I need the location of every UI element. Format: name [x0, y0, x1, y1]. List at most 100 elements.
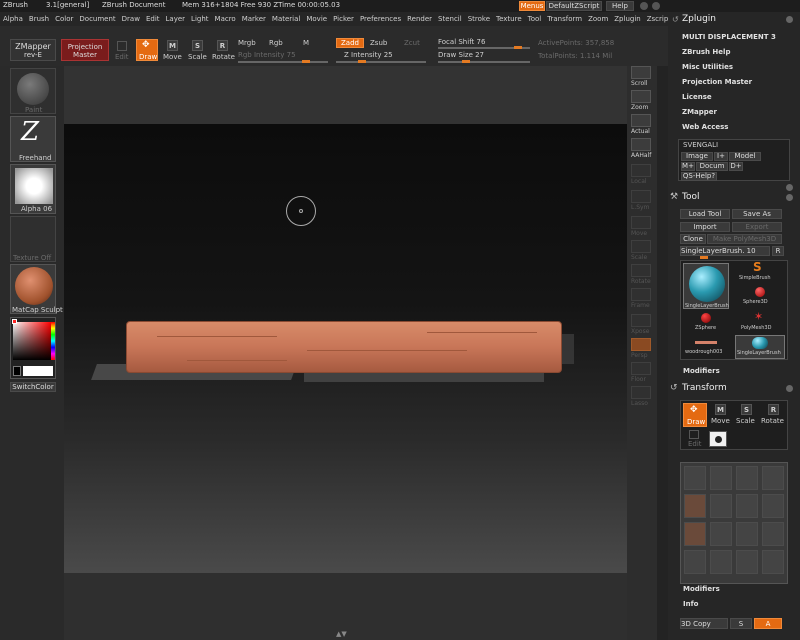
texture-slot[interactable]: Texture Off — [10, 216, 56, 262]
transform-grid-cell[interactable] — [736, 466, 758, 490]
strip-button-lasso[interactable]: Lasso — [630, 386, 654, 410]
strip-button-move[interactable]: Move — [630, 216, 654, 240]
tool-item-current[interactable]: SingleLayerBrush — [683, 263, 729, 309]
color-field[interactable] — [13, 322, 51, 360]
transform-move-button[interactable]: M Move — [709, 403, 733, 427]
menu-item[interactable]: Draw — [122, 16, 140, 23]
main-color-swatch[interactable] — [23, 366, 53, 376]
rgb-intensity-slider[interactable]: Rgb Intensity 75 — [238, 52, 296, 59]
z-intensity-slider[interactable]: Z Intensity 25 — [344, 52, 393, 59]
load-tool-button[interactable]: Load Tool — [680, 209, 730, 219]
svengali-iplus-button[interactable]: I+ — [714, 152, 728, 161]
snapshot-camera-icon[interactable] — [709, 431, 727, 447]
save-as-button[interactable]: Save As — [732, 209, 782, 219]
menu-item[interactable]: Zoom — [588, 16, 608, 23]
zadd-button[interactable]: Zadd — [336, 38, 364, 48]
copy-s-button[interactable]: S — [730, 618, 752, 629]
menu-item[interactable]: Color — [55, 16, 73, 23]
strip-button-actual[interactable]: Actual — [630, 114, 654, 138]
tool-r-button[interactable]: R — [772, 246, 784, 256]
transform-grid-cell[interactable] — [684, 522, 706, 546]
draw-button[interactable]: ✥ Draw — [136, 39, 158, 61]
svengali-image-button[interactable]: Image — [681, 152, 713, 161]
zplugin-item[interactable]: MULTI DISPLACEMENT 3 — [682, 34, 776, 49]
expand-arrow-icon[interactable]: ▲▼ — [336, 631, 347, 638]
strip-button-rotate[interactable]: Rotate — [630, 264, 654, 288]
menus-button[interactable]: Menus — [519, 1, 545, 11]
transform-title[interactable]: Transform — [682, 384, 727, 393]
zplugin-item[interactable]: Web Access — [682, 124, 776, 139]
z-intensity-track[interactable] — [336, 61, 426, 63]
canvas[interactable] — [64, 124, 627, 573]
minimize-icon[interactable] — [640, 2, 648, 10]
close-icon[interactable] — [652, 2, 660, 10]
transform-grid-cell[interactable] — [762, 466, 784, 490]
menu-item[interactable]: Picker — [333, 16, 354, 23]
transform-grid-cell[interactable] — [710, 494, 732, 518]
transform-grid-cell[interactable] — [684, 466, 706, 490]
info-item[interactable]: Info — [683, 601, 698, 608]
focal-shift-thumb[interactable] — [514, 46, 522, 49]
draw-size-slider[interactable]: Draw Size 27 — [438, 52, 484, 59]
strip-button-floor[interactable]: Floor — [630, 362, 654, 386]
menu-item[interactable]: Edit — [146, 16, 160, 23]
menu-item[interactable]: Document — [79, 16, 115, 23]
projection-master-button[interactable]: Projection Master — [61, 39, 109, 61]
current-tool-thumb[interactable] — [700, 256, 708, 259]
menu-item[interactable]: Tool — [528, 16, 542, 23]
zplugin-item[interactable]: Projection Master — [682, 79, 776, 94]
svengali-docum-button[interactable]: Docum — [696, 162, 728, 171]
3d-copy-button[interactable]: 3D Copy — [680, 618, 728, 629]
strip-button-scale[interactable]: Scale — [630, 240, 654, 264]
strip-button-lsym[interactable]: L.Sym — [630, 190, 654, 214]
stroke-slot[interactable]: Z Freehand — [10, 116, 56, 162]
tool-item-simplebrush[interactable]: S SimpleBrush — [735, 261, 785, 283]
focal-shift-slider[interactable]: Focal Shift 76 — [438, 39, 485, 46]
help-button[interactable]: Help — [606, 1, 634, 11]
z-intensity-thumb[interactable] — [358, 60, 366, 63]
edit-button[interactable]: Edit — [112, 39, 132, 61]
make-polymesh-button[interactable]: Make PolyMesh3D — [707, 234, 782, 244]
transform-grid-cell[interactable] — [710, 466, 732, 490]
svengali-model-button[interactable]: Model — [729, 152, 761, 161]
rgb-intensity-thumb[interactable] — [302, 60, 310, 63]
clone-button[interactable]: Clone — [680, 234, 706, 244]
draw-size-track[interactable] — [438, 61, 530, 63]
bottom-modifiers[interactable]: Modifiers — [683, 586, 720, 593]
svengali-qs-help-button[interactable]: QS-Help? — [681, 172, 717, 181]
zplugin-item[interactable]: ZBrush Help — [682, 49, 776, 64]
transform-grid-cell[interactable] — [684, 494, 706, 518]
transform-edit-button[interactable]: Edit — [683, 429, 707, 449]
zplugin-item[interactable]: ZMapper — [682, 109, 776, 124]
mrgb-button[interactable]: Mrgb — [238, 40, 256, 47]
transform-draw-button[interactable]: ✥ Draw — [683, 403, 707, 427]
color-picker[interactable] — [10, 317, 56, 379]
rgb-intensity-track[interactable] — [238, 61, 328, 63]
m-button[interactable]: M — [303, 40, 309, 47]
transform-grid-cell[interactable] — [762, 522, 784, 546]
tool-item-zsphere[interactable]: ZSphere — [683, 311, 729, 333]
import-button[interactable]: Import — [680, 222, 730, 232]
menu-item[interactable]: Light — [191, 16, 208, 23]
export-button[interactable]: Export — [732, 222, 782, 232]
menu-item[interactable]: Marker — [242, 16, 266, 23]
material-slot[interactable]: MatCap Sculpt — [10, 264, 63, 314]
zplugin-item[interactable]: License — [682, 94, 776, 109]
tool-item-single-layer[interactable]: SingleLayerBrush — [735, 335, 785, 359]
secondary-color-swatch[interactable] — [13, 366, 21, 376]
transform-close-icon[interactable] — [786, 385, 793, 392]
tool-item-woodrough[interactable]: woodrough003 — [683, 335, 729, 357]
strip-button-persp[interactable]: Persp — [630, 338, 654, 362]
strip-button-local[interactable]: Local — [630, 164, 654, 188]
strip-button-zoom[interactable]: Zoom — [630, 90, 654, 114]
switch-color-button[interactable]: SwitchColor — [10, 382, 56, 392]
tool-title[interactable]: Tool — [682, 193, 699, 202]
transform-grid-cell[interactable] — [762, 550, 784, 574]
transform-scale-button[interactable]: S Scale — [735, 403, 759, 427]
menu-item[interactable]: Texture — [496, 16, 522, 23]
current-tool-slider[interactable]: SingleLayerBrush. 10 — [680, 246, 770, 256]
scale-button[interactable]: S Scale — [187, 39, 209, 61]
transform-grid-cell[interactable] — [710, 522, 732, 546]
menu-item[interactable]: Layer — [166, 16, 186, 23]
transform-grid-cell[interactable] — [736, 522, 758, 546]
